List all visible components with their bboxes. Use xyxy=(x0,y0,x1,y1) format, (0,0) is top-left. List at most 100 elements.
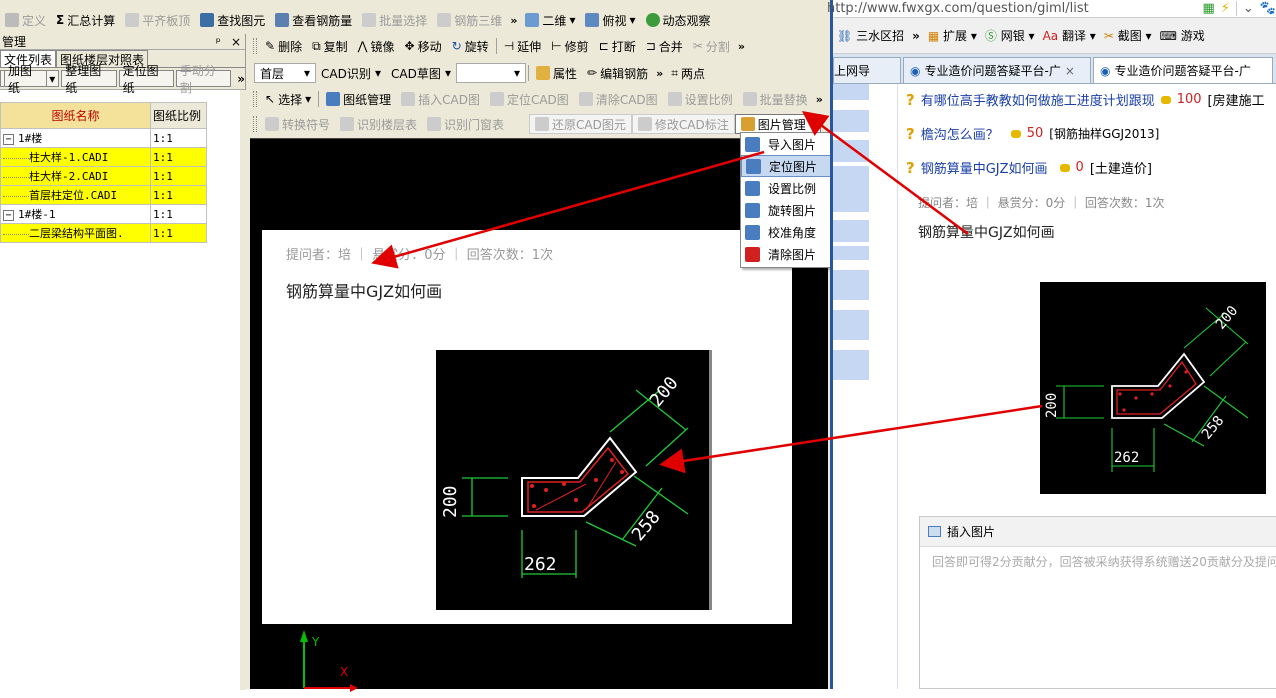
toolbar4-overflow-chevron[interactable]: » xyxy=(813,93,826,106)
rotate-button[interactable]: ↻ 旋转 xyxy=(447,36,494,56)
toolbar-overflow[interactable]: » xyxy=(912,29,920,43)
question-item[interactable]: ? 檐沟怎么画？ 50 [钢筋抽样GGJ2013] xyxy=(906,124,1159,144)
set-scale-button[interactable]: 设置比例 xyxy=(663,89,738,109)
drawing-name-cell[interactable]: −1#楼-1 xyxy=(0,204,151,224)
floor-select[interactable]: 首层 ▾ xyxy=(254,63,316,83)
clear-cad-button[interactable]: 清除CAD图 xyxy=(574,89,663,109)
element-select[interactable]: ▾ xyxy=(456,63,526,83)
tree-toggle-icon[interactable]: − xyxy=(3,210,14,221)
translate-button[interactable]: Aa 翻译 ▾ xyxy=(1043,27,1096,44)
merge-button[interactable]: ⊐ 合并 xyxy=(641,36,688,56)
add-drawing-button[interactable]: 加图纸 ▾ xyxy=(0,64,60,95)
organize-drawing-button[interactable]: 整理图纸 xyxy=(61,64,117,95)
question-link[interactable]: 钢筋算量中GJZ如何画 xyxy=(921,158,1048,177)
drawing-name-cell[interactable]: 柱大样-1.CADI xyxy=(0,147,151,167)
define-button[interactable]: 定义 xyxy=(0,10,51,30)
toolbar4-grip[interactable] xyxy=(253,91,257,107)
drawing-name-cell[interactable]: 首层柱定位.CADI xyxy=(0,185,151,205)
flush-slab-button[interactable]: 平齐板顶 xyxy=(120,10,195,30)
recog-floor-table-button[interactable]: 识别楼层表 xyxy=(335,114,422,134)
tree-toggle-icon[interactable]: − xyxy=(3,134,14,145)
col-drawing-scale[interactable]: 图纸比例 xyxy=(150,102,207,129)
split-button[interactable]: ✂ 分割 xyxy=(688,36,735,56)
pin-icon[interactable]: ᵖ xyxy=(216,35,221,49)
panel-overflow-chevron[interactable]: » xyxy=(237,72,245,86)
screenshot-button[interactable]: ✂ 截图 ▾ xyxy=(1104,27,1152,44)
toolbar5-grip[interactable] xyxy=(253,116,257,132)
find-element-button[interactable]: 查找图元 xyxy=(195,10,270,30)
panel-scrollbar[interactable] xyxy=(240,90,246,690)
table-row[interactable]: 柱大样-2.CADI 1:1 xyxy=(0,166,207,186)
answer-textarea[interactable]: 回答即可得2分贡献分，回答被采纳获得系统赠送20贡献分及提问 xyxy=(920,547,1276,576)
batch-select-button[interactable]: 批量选择 xyxy=(357,10,432,30)
drawing-scale-cell[interactable]: 1:1 xyxy=(150,166,207,186)
tab-qa-platform-1[interactable]: ◉ 专业造价问题答疑平台-广 × xyxy=(903,57,1091,83)
drawing-manage-button[interactable]: 图纸管理 xyxy=(321,89,396,109)
extend-button[interactable]: ⊣ 延伸 xyxy=(499,36,546,56)
table-row[interactable]: 首层柱定位.CADI 1:1 xyxy=(0,185,207,205)
tab-internet-nav[interactable]: 上网导 xyxy=(833,57,901,83)
toolbar-link-sanshui[interactable]: ⛓ 三水区招 xyxy=(837,27,904,44)
properties-button[interactable]: 属性 xyxy=(531,63,582,83)
delete-button[interactable]: ✎ 删除 xyxy=(260,36,307,56)
drawing-scale-cell[interactable]: 1:1 xyxy=(150,147,207,167)
insert-cad-button[interactable]: 插入CAD图 xyxy=(396,89,485,109)
view-2d-dropdown[interactable]: 二维 ▾ xyxy=(520,10,580,30)
break-button[interactable]: ⊏ 打断 xyxy=(594,36,641,56)
dropdown-chevron-icon[interactable]: ⌄ xyxy=(1235,1,1260,16)
table-row[interactable]: 二层梁结构平面图. 1:1 xyxy=(0,223,207,243)
toolbar-grip[interactable] xyxy=(253,38,257,54)
extensions-button[interactable]: ▦ 扩展 ▾ xyxy=(928,27,977,44)
view-top-dropdown[interactable]: 俯视 ▾ xyxy=(580,10,640,30)
recog-door-window-button[interactable]: 识别门窗表 xyxy=(422,114,509,134)
question-link[interactable]: 有哪位高手教教如何做施工进度计划跟现 xyxy=(921,90,1155,109)
modify-cad-label-button[interactable]: 修改CAD标注 xyxy=(631,114,735,134)
trim-button[interactable]: ⊢ 修剪 xyxy=(546,36,593,56)
games-button[interactable]: ⌨ 游戏 xyxy=(1160,27,1205,44)
tab-qa-platform-2[interactable]: ◉ 专业造价问题答疑平台-广 xyxy=(1093,57,1273,83)
table-row[interactable]: 柱大样-1.CADI 1:1 xyxy=(0,147,207,167)
locate-drawing-button[interactable]: 定位图纸 xyxy=(118,64,174,95)
table-row[interactable]: −1#楼-1 1:1 xyxy=(0,204,207,224)
toolbar2-overflow-chevron[interactable]: » xyxy=(735,40,748,53)
url-text[interactable]: http://www.fwxgx.com/question/giml/list xyxy=(827,1,1089,16)
cad-draft-select[interactable]: CAD草图 ▾ xyxy=(386,63,456,83)
select-dropdown[interactable]: ↖ 选择 ▾ xyxy=(260,89,316,109)
cad-recog-select[interactable]: CAD识别 ▾ xyxy=(316,63,386,83)
question-item[interactable]: ? 钢筋算量中GJZ如何画 0 [土建造价] xyxy=(906,158,1152,178)
view-rebar-button[interactable]: 查看钢筋量 xyxy=(270,10,357,30)
drawing-scale-cell[interactable]: 1:1 xyxy=(150,204,207,224)
drawing-name-cell[interactable]: 二层梁结构平面图. xyxy=(0,223,151,243)
close-icon[interactable]: × xyxy=(231,35,241,49)
copy-button[interactable]: ⧉ 复制 xyxy=(307,36,353,56)
dynamic-view-button[interactable]: 动态观察 xyxy=(641,10,716,30)
locate-cad-button[interactable]: 定位CAD图 xyxy=(485,89,574,109)
imported-picture[interactable]: 提问者：培 ｜ 悬赏分：0分 ｜ 回答次数：1次 钢筋算量中GJZ如何画 200… xyxy=(262,230,792,624)
toolbar3-overflow-chevron[interactable]: » xyxy=(653,67,666,80)
tab-close-icon[interactable]: × xyxy=(1065,64,1075,78)
drawing-name-cell[interactable]: 柱大样-2.CADI xyxy=(0,166,151,186)
toolbar-overflow-chevron[interactable]: » xyxy=(507,14,520,27)
restore-cad-button[interactable]: 还原CAD图元 xyxy=(529,114,632,134)
lightning-icon[interactable]: ⚡ xyxy=(1221,1,1230,16)
col-drawing-name[interactable]: 图纸名称 xyxy=(0,102,151,129)
drawing-scale-cell[interactable]: 1:1 xyxy=(150,128,207,148)
mirror-button[interactable]: ⋀ 镜像 xyxy=(353,36,400,56)
bank-button[interactable]: Ⓢ 网银 ▾ xyxy=(985,27,1035,44)
question-image[interactable]: 200 262 200 258 xyxy=(1040,282,1266,494)
summary-calc-button[interactable]: Σ 汇总计算 xyxy=(51,10,120,30)
two-point-button[interactable]: ⌗ 两点 xyxy=(666,63,710,83)
drawing-scale-cell[interactable]: 1:1 xyxy=(150,185,207,205)
batch-replace-button[interactable]: 批量替换 xyxy=(738,89,813,109)
question-link[interactable]: 檐沟怎么画？ xyxy=(921,124,999,143)
move-button[interactable]: ✥ 移动 xyxy=(400,36,447,56)
qr-icon[interactable]: ▦ xyxy=(1202,1,1214,16)
paw-icon[interactable]: 🐾 xyxy=(1260,1,1276,16)
image-manage-button[interactable]: 图片管理 ▾ xyxy=(734,114,821,134)
drawing-name-cell[interactable]: −1#楼 xyxy=(0,128,151,148)
convert-symbol-button[interactable]: 转换符号 xyxy=(260,114,335,134)
drawing-scale-cell[interactable]: 1:1 xyxy=(150,223,207,243)
address-bar[interactable]: http://www.fwxgx.com/question/giml/list … xyxy=(827,0,1276,18)
question-item[interactable]: ? 有哪位高手教教如何做施工进度计划跟现 100 [房建施工 xyxy=(906,90,1265,110)
manual-split-button[interactable]: 手动分割 xyxy=(175,64,232,95)
